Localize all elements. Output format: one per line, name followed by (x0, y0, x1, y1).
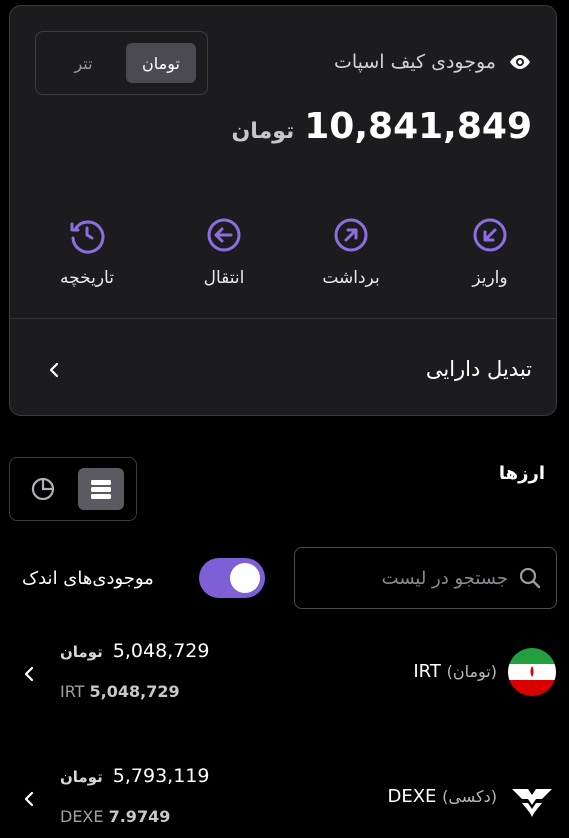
search-box (294, 547, 557, 609)
small-balances-label: موجودی‌های اندک (22, 568, 154, 589)
asset-value-amount: 5,048,729 (112, 640, 210, 662)
balance-label: موجودی کیف اسپات (333, 51, 496, 73)
asset-value-unit: تومان (60, 768, 103, 786)
asset-symbol-prefix: DEXE (60, 807, 104, 826)
asset-symbol-prefix: IRT (60, 682, 85, 701)
withdraw-button[interactable]: برداشت (301, 216, 401, 288)
wallet-card: تتر تومان موجودی کیف اسپات تومان 10,841,… (9, 5, 557, 416)
asset-value-amount: 5,793,119 (112, 765, 210, 787)
asset-amount-value: 7.9749 (108, 807, 171, 826)
asset-amount-value: 5,048,729 (89, 682, 180, 701)
balance-unit: تومان (231, 119, 295, 144)
asset-value-unit: تومان (60, 643, 103, 661)
toman-option[interactable]: تومان (126, 43, 196, 83)
chevron-left-icon (49, 362, 59, 378)
asset-amount: IRT 5,048,729 (60, 682, 180, 701)
small-balances-switch[interactable] (199, 558, 265, 598)
chevron-left-icon (24, 666, 34, 682)
pie-view-button[interactable] (20, 468, 66, 510)
search-icon (519, 567, 541, 589)
switch-knob (230, 563, 260, 593)
tether-option[interactable]: تتر (56, 43, 111, 83)
action-bar: واریز برداشت انتقال تاریخچه (10, 216, 556, 316)
history-label: تاریخچه (60, 268, 114, 288)
asset-name: IRT (تومان) (413, 661, 497, 682)
search-input[interactable] (328, 567, 508, 589)
asset-symbol: IRT (413, 661, 441, 682)
asset-symbol: DEXE (387, 786, 437, 807)
asset-fullname: (دکسی) (442, 787, 497, 806)
eye-icon[interactable] (508, 50, 532, 74)
balance-value: 10,841,849 (304, 106, 532, 147)
asset-amount: DEXE 7.9749 (60, 807, 170, 826)
transfer-icon (207, 218, 241, 252)
deposit-icon (473, 218, 507, 252)
pie-chart-icon (31, 477, 55, 501)
asset-fullname: (تومان) (446, 662, 497, 681)
history-button[interactable]: تاریخچه (37, 216, 137, 288)
convert-label: تبدیل دارایی (425, 357, 532, 381)
transfer-label: انتقال (203, 268, 245, 288)
deposit-button[interactable]: واریز (440, 216, 540, 288)
dexe-logo-icon (512, 789, 552, 817)
currency-toggle: تتر تومان (35, 31, 208, 95)
balance-amount: تومان 10,841,849 (232, 106, 532, 147)
withdraw-label: برداشت (322, 268, 380, 288)
list-view-button[interactable] (78, 468, 124, 510)
iran-flag-icon (508, 648, 556, 696)
deposit-label: واریز (472, 268, 508, 288)
asset-row-irt[interactable]: تومان 5,048,729 IRT 5,048,729 IRT (تومان… (0, 630, 569, 730)
asset-name: DEXE (دکسی) (387, 786, 497, 807)
currencies-title: ارزها (498, 463, 545, 484)
history-icon (70, 220, 105, 254)
withdraw-icon (334, 218, 368, 252)
asset-value: تومان 5,793,119 (60, 765, 209, 787)
list-icon (91, 480, 111, 499)
balance-header: موجودی کیف اسپات (334, 50, 532, 74)
chevron-left-icon (24, 791, 34, 807)
transfer-button[interactable]: انتقال (174, 216, 274, 288)
view-toggle (9, 457, 137, 521)
asset-value: تومان 5,048,729 (60, 640, 209, 662)
convert-assets-row[interactable]: تبدیل دارایی (10, 319, 556, 415)
asset-row-dexe[interactable]: تومان 5,793,119 DEXE 7.9749 DEXE (دکسی) (0, 755, 569, 838)
